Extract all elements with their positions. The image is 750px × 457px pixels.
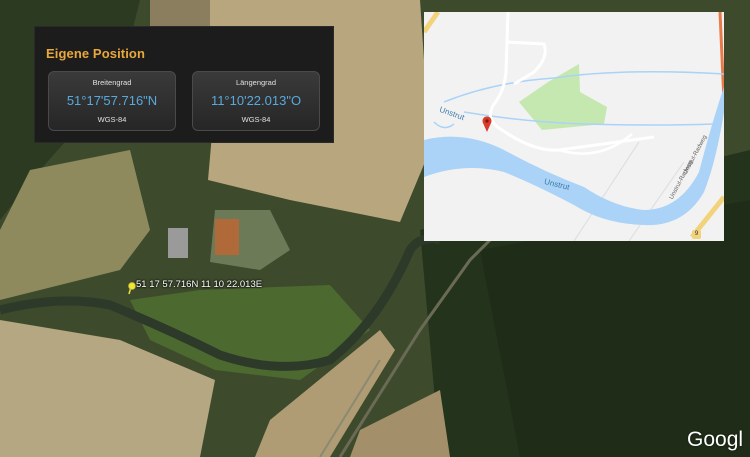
placemark-label: 51 17 57.716N 11 10 22.013E [136, 279, 263, 290]
map-inset[interactable]: Unstrut Unstrut Unstrut-Radweg Unstrut-R… [424, 12, 724, 241]
longitude-datum: WGS-84 [241, 115, 271, 124]
road-shield: 9 [692, 230, 701, 239]
longitude-value: 11°10'22.013"O [210, 93, 302, 108]
longitude-card[interactable]: Längengrad 11°10'22.013"O WGS-84 [192, 71, 320, 131]
panel-title: Eigene Position [46, 46, 146, 61]
latitude-label: Breitengrad [92, 78, 132, 87]
map-marker-icon[interactable] [482, 116, 492, 132]
latitude-value: 51°17'57.716"N [66, 93, 158, 108]
latitude-datum: WGS-84 [97, 115, 127, 124]
position-panel: Eigene Position Breitengrad 51°17'57.716… [34, 26, 334, 143]
google-attribution: Googl [687, 428, 744, 451]
latitude-card[interactable]: Breitengrad 51°17'57.716"N WGS-84 [48, 71, 176, 131]
longitude-label: Längengrad [235, 78, 277, 87]
